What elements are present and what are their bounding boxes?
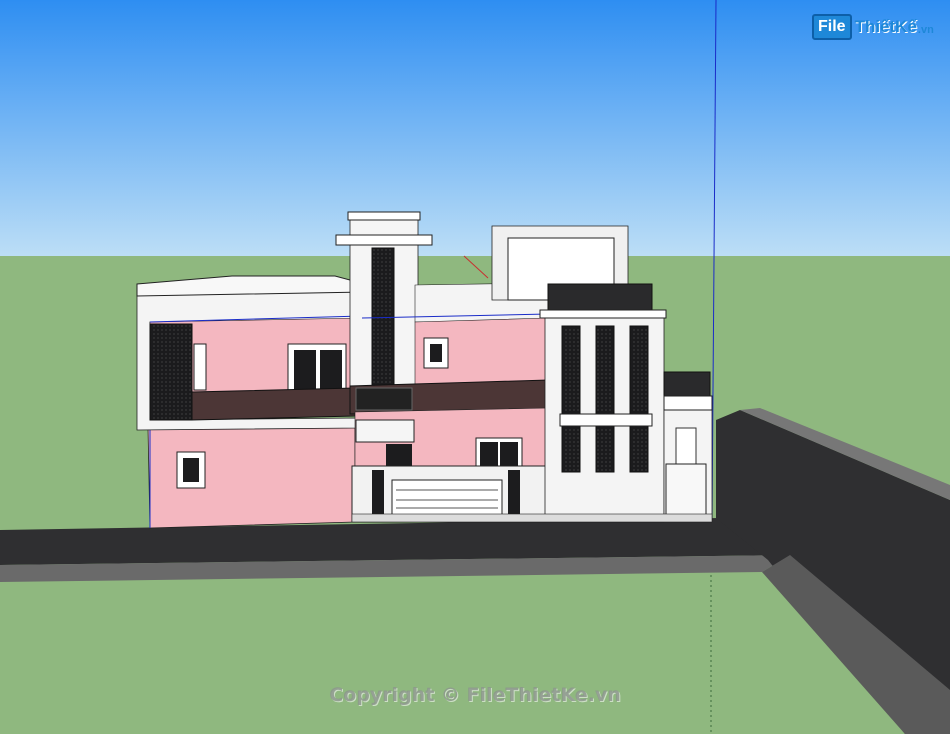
- copyright-watermark: Copyright © FileThietKe.vn: [329, 684, 621, 706]
- tower-top: [347, 211, 421, 221]
- slot-window-3: [629, 325, 649, 473]
- annex-opening: [675, 427, 697, 469]
- logo-tld: .vn: [917, 24, 934, 36]
- right-block-top: [539, 309, 667, 319]
- door-pane: [294, 350, 316, 394]
- mid-balcony-glass: [355, 387, 413, 411]
- logo-box: File: [812, 14, 852, 40]
- logo-text: ThiếtKế: [854, 17, 917, 36]
- sketchup-viewport: [0, 0, 950, 734]
- left-balcony-railing: [191, 387, 356, 421]
- annex-lower: [665, 463, 707, 521]
- rooftop-railing: [547, 283, 653, 311]
- sky: [0, 0, 950, 256]
- tower-cap: [335, 234, 433, 246]
- left-upper-dark-window: [149, 323, 193, 421]
- slot-divider: [559, 413, 653, 427]
- window-pane: [430, 344, 442, 362]
- base-slab: [351, 513, 713, 523]
- door-pane: [320, 350, 342, 394]
- left-upper-window-small: [193, 343, 207, 391]
- window-pane: [183, 458, 199, 482]
- filethietke-logo: File ThiếtKế .vn: [812, 14, 934, 40]
- slot-window-1: [561, 325, 581, 473]
- slot-window-2: [595, 325, 615, 473]
- gate-panel: [391, 479, 503, 517]
- porch-column: [355, 419, 415, 443]
- annex-roof: [663, 395, 713, 411]
- gate-post-right: [508, 470, 520, 516]
- annex-railing: [663, 371, 711, 399]
- gate-post-left: [372, 470, 384, 516]
